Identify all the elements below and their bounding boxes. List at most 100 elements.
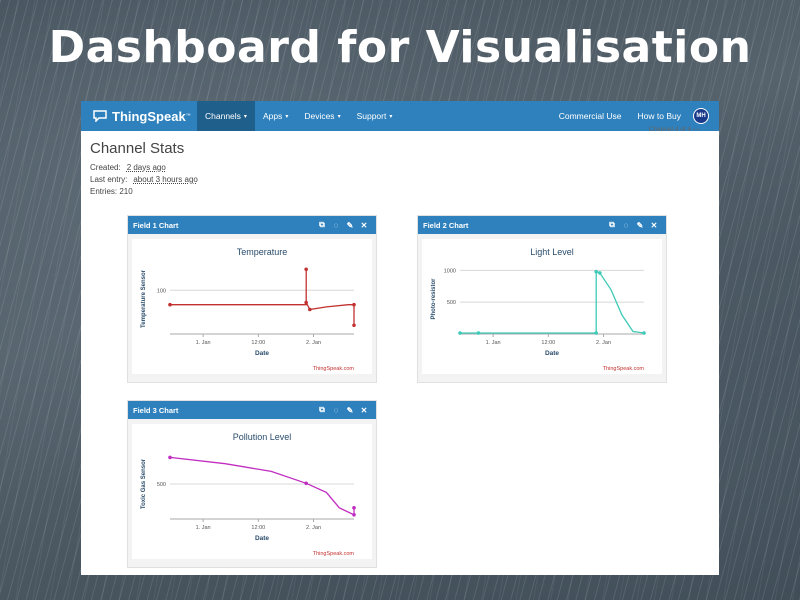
pencil-icon[interactable]: ✎ — [343, 406, 357, 415]
data-point — [168, 455, 172, 460]
pager-text: Channel 4 of 4 — [648, 126, 692, 133]
panel-title: Field 3 Chart — [133, 405, 179, 415]
navbar: ThingSpeak ™ Channels ▾ Apps ▾ Devices ▾ Sup… — [81, 101, 719, 131]
panel-title: Field 1 Chart — [133, 220, 179, 230]
series-line — [169, 456, 355, 516]
y-axis-label: Temperature Sensor — [141, 269, 147, 328]
x-tick-label: 1. Jan — [196, 525, 211, 531]
comment-icon[interactable]: ◌ — [619, 221, 633, 230]
chart-credit: ThingSpeak.com — [313, 366, 355, 372]
data-point — [594, 269, 598, 274]
x-axis-label: Date — [255, 535, 269, 542]
panel-title: Field 2 Chart — [423, 220, 469, 230]
x-tick-label: 12:00 — [251, 525, 265, 531]
nav-devices[interactable]: Devices ▾ — [296, 101, 348, 131]
x-tick-label: 12:00 — [541, 340, 555, 346]
nav-commercial-use[interactable]: Commercial Use — [551, 101, 630, 131]
x-tick-label: 12:00 — [251, 340, 265, 346]
field-1-chart-panel: Field 1 Chart ⧉ ◌ ✎ ✕ Temperature 100 1. Jan 12:… — [127, 215, 377, 383]
data-point — [304, 481, 308, 486]
y-tick-label: 1000 — [444, 268, 456, 274]
data-point — [598, 271, 602, 275]
chat-bubble-icon — [93, 110, 107, 122]
field-2-chart-panel: Field 2 Chart ⧉ ◌ ✎ ✕ Light Level 500 1000 1. Ja… — [417, 215, 667, 383]
chart-svg: Light Level 500 1000 1. Jan 12:00 2. Jan Date P… — [431, 247, 646, 372]
comment-icon[interactable]: ◌ — [329, 406, 343, 415]
data-point — [304, 300, 308, 305]
nav-channels[interactable]: Channels ▾ — [197, 101, 255, 131]
chart-title: Temperature — [237, 247, 288, 257]
stat-label: Last entry: — [90, 175, 128, 184]
brand-name: ThingSpeak — [112, 108, 186, 124]
panel-header: Field 1 Chart ⧉ ◌ ✎ ✕ — [128, 216, 376, 234]
nav-support[interactable]: Support ▾ — [349, 101, 401, 131]
y-tick-label: 500 — [447, 300, 456, 306]
nav-label: Support — [356, 111, 387, 121]
data-point — [458, 331, 462, 335]
y-tick-label: 100 — [157, 288, 166, 294]
nav-label: Apps — [262, 111, 283, 121]
page-headline: Dashboard for Visualisation — [48, 22, 752, 73]
nav-apps[interactable]: Apps ▾ — [255, 101, 296, 131]
x-axis-label: Date — [255, 350, 269, 357]
brand-logo[interactable]: ThingSpeak ™ — [81, 109, 197, 124]
pager-arrows-icon[interactable]: ‹ › — [693, 126, 699, 133]
x-tick-label: 1. Jan — [196, 340, 211, 346]
caret-down-icon: ▾ — [243, 113, 247, 120]
pencil-icon[interactable]: ✎ — [633, 221, 647, 230]
panel-header: Field 3 Chart ⧉ ◌ ✎ ✕ — [128, 401, 376, 419]
nav-label: Devices — [304, 111, 335, 121]
chart-credit: ThingSpeak.com — [313, 551, 355, 557]
stat-value: about 3 hours ago — [133, 175, 198, 184]
chart-svg: Temperature 100 1. Jan 12:00 2. Jan Date Tempe… — [141, 247, 356, 372]
stat-last-entry: Last entry: about 3 hours ago — [90, 175, 198, 184]
external-link-icon[interactable]: ⧉ — [315, 405, 329, 415]
data-point — [642, 331, 646, 335]
avatar[interactable]: MH — [693, 108, 709, 124]
panel-header: Field 2 Chart ⧉ ◌ ✎ ✕ — [418, 216, 666, 234]
data-point — [352, 323, 356, 328]
data-point — [352, 302, 356, 307]
caret-down-icon: ▾ — [389, 113, 393, 120]
y-axis-label: Photo-resistor — [431, 278, 437, 320]
data-point — [304, 267, 308, 272]
nav-label: Channels — [205, 111, 241, 121]
data-point — [308, 307, 312, 312]
caret-down-icon: ▾ — [337, 113, 341, 120]
chart-body: Temperature 100 1. Jan 12:00 2. Jan Date Tempe… — [132, 239, 372, 374]
external-link-icon[interactable]: ⧉ — [315, 220, 329, 230]
x-tick-label: 2. Jan — [306, 525, 321, 531]
close-icon[interactable]: ✕ — [357, 221, 371, 230]
brand-trademark: ™ — [185, 113, 191, 119]
stat-label: Created: — [90, 163, 121, 172]
x-tick-label: 2. Jan — [596, 340, 611, 346]
external-link-icon[interactable]: ⧉ — [605, 220, 619, 230]
chart-title: Pollution Level — [233, 432, 292, 442]
x-tick-label: 1. Jan — [486, 340, 501, 346]
chart-credit: ThingSpeak.com — [603, 366, 645, 372]
caret-down-icon: ▾ — [285, 113, 289, 120]
data-point — [352, 506, 356, 510]
channel-pager: Channel 4 of 4 ‹ › — [649, 126, 699, 133]
close-icon[interactable]: ✕ — [357, 406, 371, 415]
data-point — [476, 331, 481, 335]
data-point — [168, 302, 172, 307]
field-3-chart-panel: Field 3 Chart ⧉ ◌ ✎ ✕ Pollution Level 500 1. Ja… — [127, 400, 377, 568]
comment-icon[interactable]: ◌ — [329, 221, 343, 230]
series-line — [170, 269, 355, 326]
chart-title: Light Level — [530, 247, 574, 257]
stat-entries: Entries: 210 — [90, 187, 133, 196]
y-axis-label: Toxic Gas Sensor — [141, 458, 147, 509]
page-title: Channel Stats — [90, 140, 185, 157]
chart-body: Light Level 500 1000 1. Jan 12:00 2. Jan Date P… — [422, 239, 662, 374]
y-tick-label: 500 — [157, 482, 166, 488]
close-icon[interactable]: ✕ — [647, 221, 661, 230]
data-point — [352, 513, 356, 517]
stat-created: Created: 2 days ago — [90, 163, 166, 172]
x-tick-label: 2. Jan — [306, 340, 321, 346]
pencil-icon[interactable]: ✎ — [343, 221, 357, 230]
thingspeak-screenshot: ThingSpeak ™ Channels ▾ Apps ▾ Devices ▾ Sup… — [81, 101, 719, 575]
stat-value: 2 days ago — [126, 163, 166, 172]
chart-svg: Pollution Level 500 1. Jan 12:00 2. Jan Date T… — [141, 432, 356, 557]
x-axis-label: Date — [545, 350, 559, 357]
